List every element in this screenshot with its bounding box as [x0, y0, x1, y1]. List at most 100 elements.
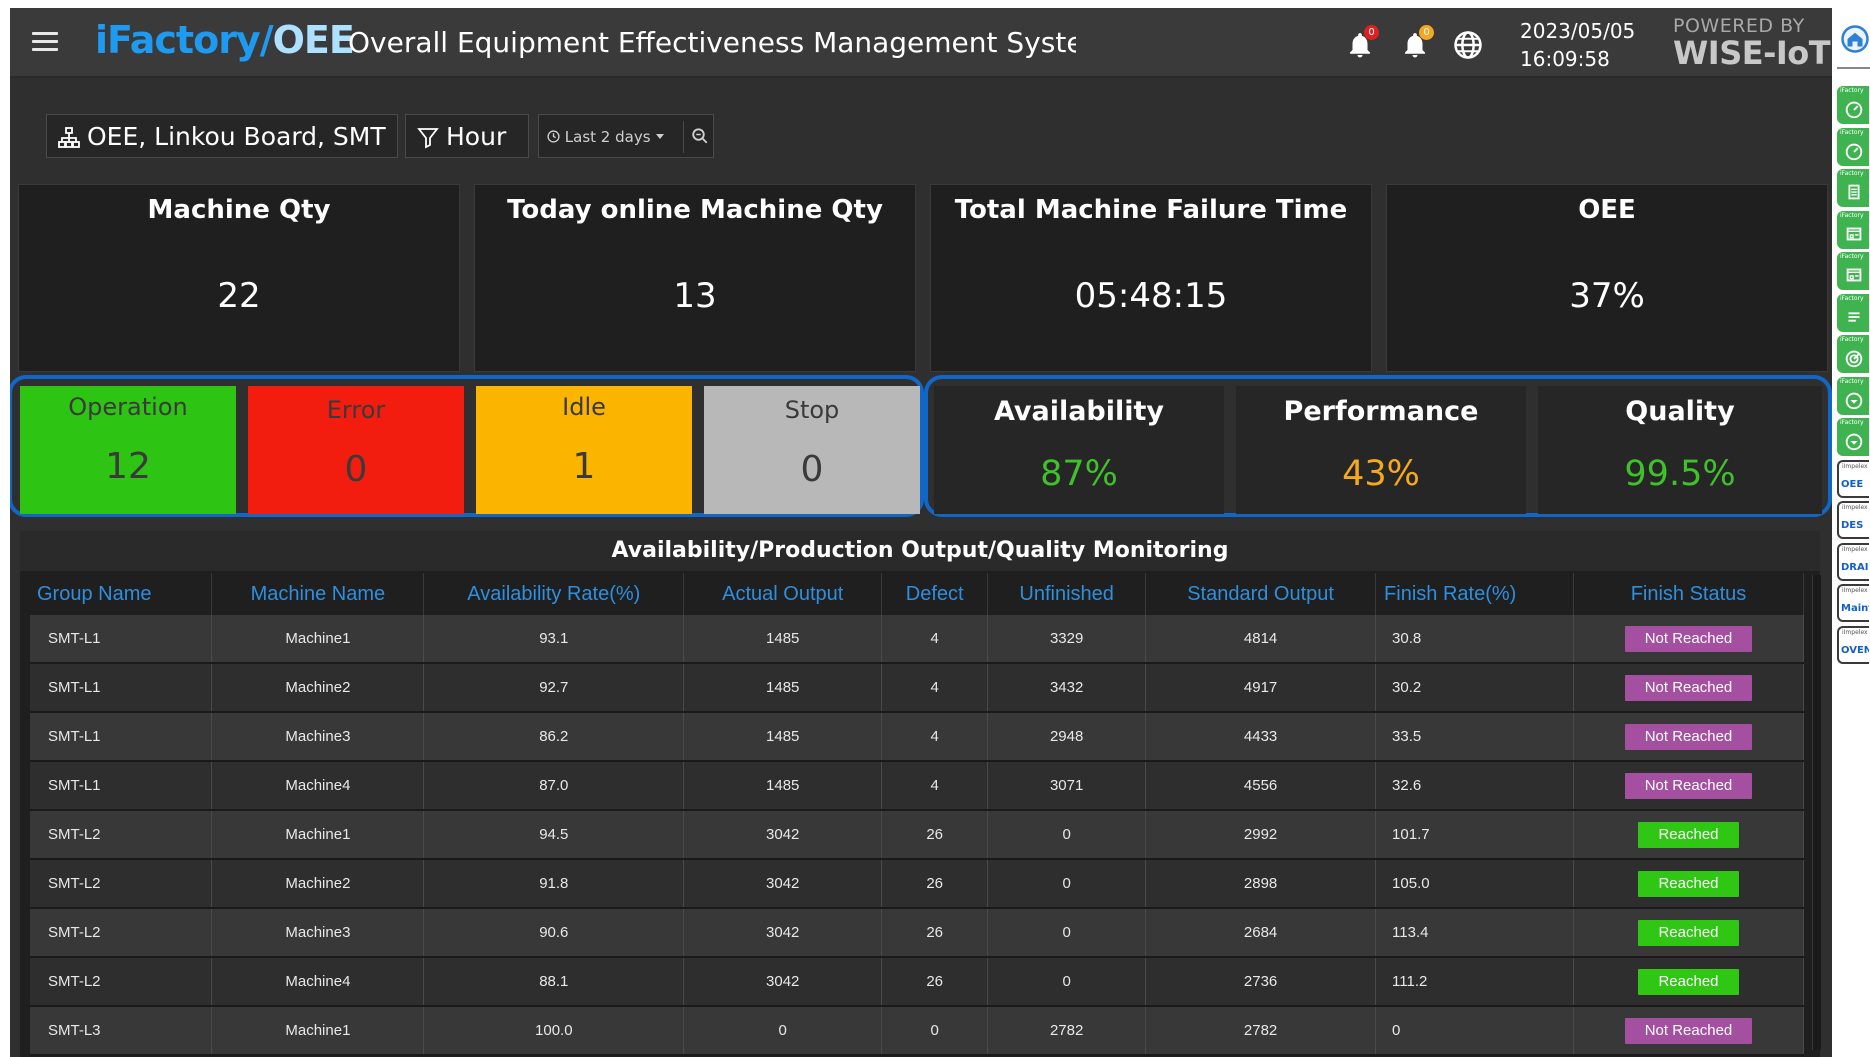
column-header[interactable]: Group Name — [30, 573, 213, 615]
table-cell: 0 — [987, 810, 1147, 860]
column-header[interactable]: Availability Rate(%) — [423, 573, 685, 615]
dock-item-tag: iImpelex — [1842, 587, 1868, 594]
dock-item-label: DES — [1841, 520, 1864, 531]
kpi-label: Total Machine Failure Time — [954, 195, 1348, 225]
metric-quality: Quality 99.5% — [1538, 386, 1822, 514]
table-cell: 1485 — [683, 615, 883, 664]
status-badge: Not Reached — [1624, 625, 1753, 652]
dock-item[interactable]: iFactory — [1837, 293, 1869, 332]
group-selector-label: OEE, Linkou Board, SMT — [87, 122, 386, 151]
column-header[interactable]: Machine Name — [211, 573, 425, 615]
column-header[interactable]: Defect — [881, 573, 989, 615]
logo-suffix: OEE — [272, 18, 355, 62]
status-label: Operation — [68, 393, 188, 421]
status-label: Idle — [562, 393, 606, 421]
dock-item-label: OVEN — [1841, 644, 1869, 656]
status-badge: Reached — [1638, 821, 1739, 848]
dock-item[interactable]: iFactory — [1837, 335, 1869, 373]
finish-status-cell: Not Reached — [1573, 615, 1805, 664]
bell-icon[interactable]: 0 — [1345, 25, 1379, 62]
list-icon — [1848, 311, 1860, 322]
status-value: 1 — [572, 446, 596, 487]
table-row[interactable]: SMT-L2 Machine1 94.5 3042 26 0 2992 101.7 Reache… — [30, 810, 1805, 860]
finish-status-cell: Reached — [1573, 908, 1805, 958]
divider — [683, 121, 684, 153]
table-cell: 0 — [1375, 1006, 1574, 1056]
table-cell: Machine2 — [211, 859, 425, 909]
table-row[interactable]: SMT-L2 Machine4 88.1 3042 26 0 2736 111.2 Reache… — [30, 957, 1805, 1007]
table-cell: Machine2 — [211, 663, 425, 713]
table-row[interactable]: SMT-L1 Machine3 86.2 1485 4 2948 4433 33.5 Not R… — [30, 712, 1805, 762]
kpi-oee: OEE 37% — [1386, 184, 1828, 372]
table-cell: Machine1 — [211, 810, 425, 860]
dock-item[interactable]: iFactory — [1837, 127, 1869, 166]
dock-item[interactable]: iImpelex OEE — [1837, 459, 1869, 498]
table-cell: 30.2 — [1375, 663, 1574, 713]
metric-performance: Performance 43% — [1236, 386, 1526, 514]
dock-item[interactable]: iFactory — [1837, 86, 1869, 124]
globe-icon[interactable] — [1453, 28, 1487, 62]
table-cell: 3042 — [683, 859, 883, 909]
interval-filter[interactable]: Hour — [405, 114, 529, 158]
table-cell: SMT-L1 — [30, 712, 213, 762]
dock-item[interactable]: iImpelex DRAIN — [1837, 542, 1869, 581]
table-cell: 90.6 — [423, 908, 685, 958]
status-idle: Idle 1 — [476, 386, 692, 514]
table-cell: 0 — [881, 1006, 989, 1056]
dock-item[interactable]: iFactory — [1837, 418, 1869, 456]
table-cell: Machine1 — [211, 615, 425, 664]
table-row[interactable]: SMT-L3 Machine1 100.0 0 0 2782 2782 0 Not Reache… — [30, 1006, 1805, 1056]
table-cell: 101.7 — [1375, 810, 1574, 860]
table-cell: 26 — [881, 810, 989, 860]
status-badge: Reached — [1638, 919, 1739, 946]
table-scrollbar[interactable] — [1812, 575, 1821, 1050]
table-cell: 33.5 — [1375, 712, 1574, 762]
table-cell: SMT-L2 — [30, 957, 213, 1007]
dock-item[interactable]: iImpelex OVEN — [1837, 625, 1869, 664]
dock-item-label: OEE — [1841, 478, 1864, 490]
finish-status-cell: Not Reached — [1573, 1006, 1805, 1056]
kpi-value: 37% — [1569, 276, 1645, 316]
app-window: iFactory/OEE Overall Equipment Effective… — [10, 8, 1832, 1057]
kpi-value: 13 — [673, 276, 717, 316]
table-cell: 4433 — [1145, 712, 1377, 762]
header-bar: iFactory/OEE Overall Equipment Effective… — [10, 8, 1832, 78]
group-selector[interactable]: OEE, Linkou Board, SMT — [46, 114, 398, 158]
table-cell: 2898 — [1145, 859, 1377, 909]
metric-label: Quality — [1625, 396, 1735, 427]
column-header[interactable]: Finish Rate(%) — [1375, 573, 1574, 615]
table-cell: 1485 — [683, 712, 883, 762]
kpi-value: 05:48:15 — [1074, 276, 1228, 316]
column-header[interactable]: Finish Status — [1573, 573, 1805, 615]
table-cell: 3329 — [987, 615, 1147, 664]
table-row[interactable]: SMT-L1 Machine4 87.0 1485 4 3071 4556 32.6 Not R… — [30, 761, 1805, 811]
status-operation: Operation 12 — [20, 386, 236, 514]
table-row[interactable]: SMT-L2 Machine3 90.6 3042 26 0 2684 113.4 Reache… — [30, 908, 1805, 958]
gauge-icon — [1845, 143, 1863, 160]
dock-item-tag: iFactory — [1840, 253, 1864, 260]
home-button[interactable] — [1837, 20, 1869, 58]
dock-item[interactable]: iImpelex DES — [1837, 501, 1869, 539]
column-header[interactable]: Actual Output — [683, 573, 883, 615]
table-cell: 113.4 — [1375, 908, 1574, 958]
table-cell: Machine3 — [211, 712, 425, 762]
status-badge: Reached — [1638, 968, 1739, 995]
table-row[interactable]: SMT-L1 Machine1 93.1 1485 4 3329 4814 30.8 Not R… — [30, 615, 1805, 664]
dock-item[interactable]: iFactory — [1837, 210, 1869, 249]
table-cell: 3071 — [987, 761, 1147, 811]
bell-icon[interactable]: 0 — [1400, 25, 1434, 62]
window-icon — [1846, 227, 1862, 240]
menu-icon[interactable] — [32, 32, 58, 52]
dock-item[interactable]: iFactory — [1837, 376, 1869, 415]
column-header[interactable]: Standard Output — [1145, 573, 1377, 615]
dock-item[interactable]: iImpelex Maintai — [1837, 584, 1869, 622]
table-cell: 0 — [987, 908, 1147, 958]
search-button[interactable] — [685, 115, 715, 157]
table-cell: Machine4 — [211, 957, 425, 1007]
date-range-select[interactable]: Last 2 days — [547, 115, 683, 159]
dock-item[interactable]: iFactory — [1837, 252, 1869, 290]
table-row[interactable]: SMT-L1 Machine2 92.7 1485 4 3432 4917 30.2 Not R… — [30, 663, 1805, 713]
column-header[interactable]: Unfinished — [987, 573, 1147, 615]
dock-item[interactable]: iFactory — [1837, 169, 1869, 207]
table-row[interactable]: SMT-L2 Machine2 91.8 3042 26 0 2898 105.0 Reache… — [30, 859, 1805, 909]
